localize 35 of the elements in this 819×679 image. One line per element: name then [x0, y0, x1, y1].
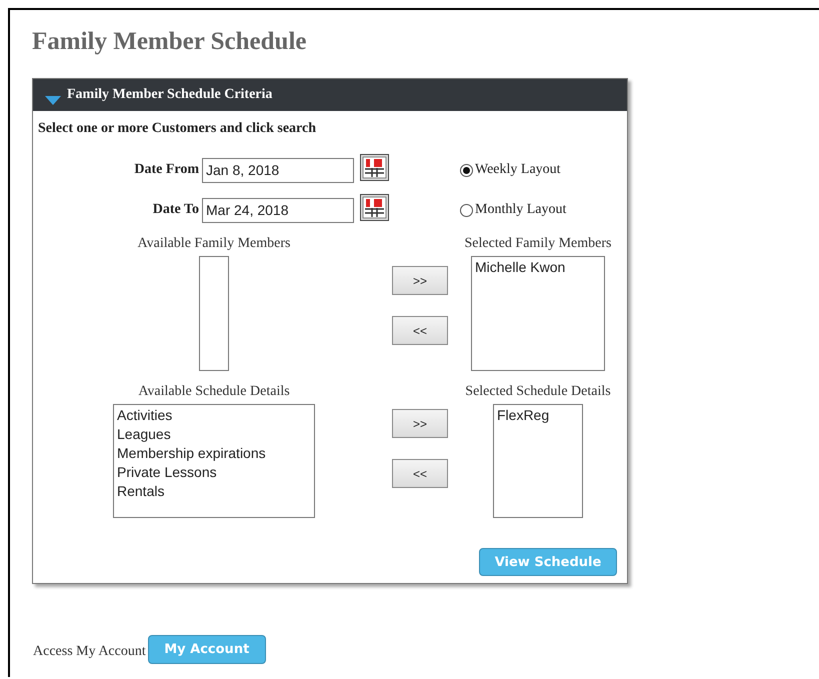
radio-button[interactable]	[460, 164, 473, 176]
panel-header[interactable]: Family Member Schedule Criteria	[33, 79, 627, 111]
panel-title: Family Member Schedule Criteria	[67, 87, 272, 103]
radio-button[interactable]	[460, 204, 473, 216]
remove-button[interactable]: <<	[392, 459, 448, 488]
instruction-text: Select one or more Customers and click search	[38, 121, 318, 137]
add-button[interactable]: >>	[392, 266, 448, 295]
list-option[interactable]: Membership expirations	[117, 444, 311, 463]
calendar-icon[interactable]	[360, 194, 389, 221]
list-label: Selected Schedule Details	[464, 384, 612, 400]
radio-label: Monthly Layout	[475, 202, 566, 218]
remove-button[interactable]: <<	[392, 316, 448, 345]
field-label: Date To	[152, 202, 200, 218]
list-option[interactable]: Rentals	[117, 482, 311, 501]
available-list[interactable]	[199, 256, 229, 371]
selected-list[interactable]: Michelle Kwon	[471, 256, 605, 371]
list-label: Available Schedule Details	[137, 384, 291, 400]
date-to-field[interactable]: Mar 24, 2018	[202, 198, 354, 222]
available-list[interactable]: Activities Leagues Membership expirations Private Lessons Rentals	[113, 404, 315, 518]
list-label: Selected Family Members	[464, 236, 612, 252]
list-option[interactable]: Michelle Kwon	[475, 258, 601, 277]
list-option[interactable]: Leagues	[117, 425, 311, 444]
page-title: Family Member Schedule	[32, 28, 308, 56]
selected-list[interactable]: FlexReg	[493, 404, 583, 518]
list-option[interactable]: FlexReg	[497, 406, 579, 425]
calendar-icon[interactable]	[360, 154, 389, 181]
account-text: Access My Account	[33, 642, 146, 660]
list-label: Available Family Members	[136, 236, 292, 252]
list-option[interactable]: Private Lessons	[117, 463, 311, 482]
field-label: Date From	[133, 162, 200, 178]
list-option[interactable]: Activities	[117, 406, 311, 425]
date-from-field[interactable]: Jan 8, 2018	[202, 158, 354, 182]
radio-label: Weekly Layout	[475, 162, 561, 178]
add-button[interactable]: >>	[392, 409, 448, 438]
caret-down-icon[interactable]	[45, 96, 61, 104]
